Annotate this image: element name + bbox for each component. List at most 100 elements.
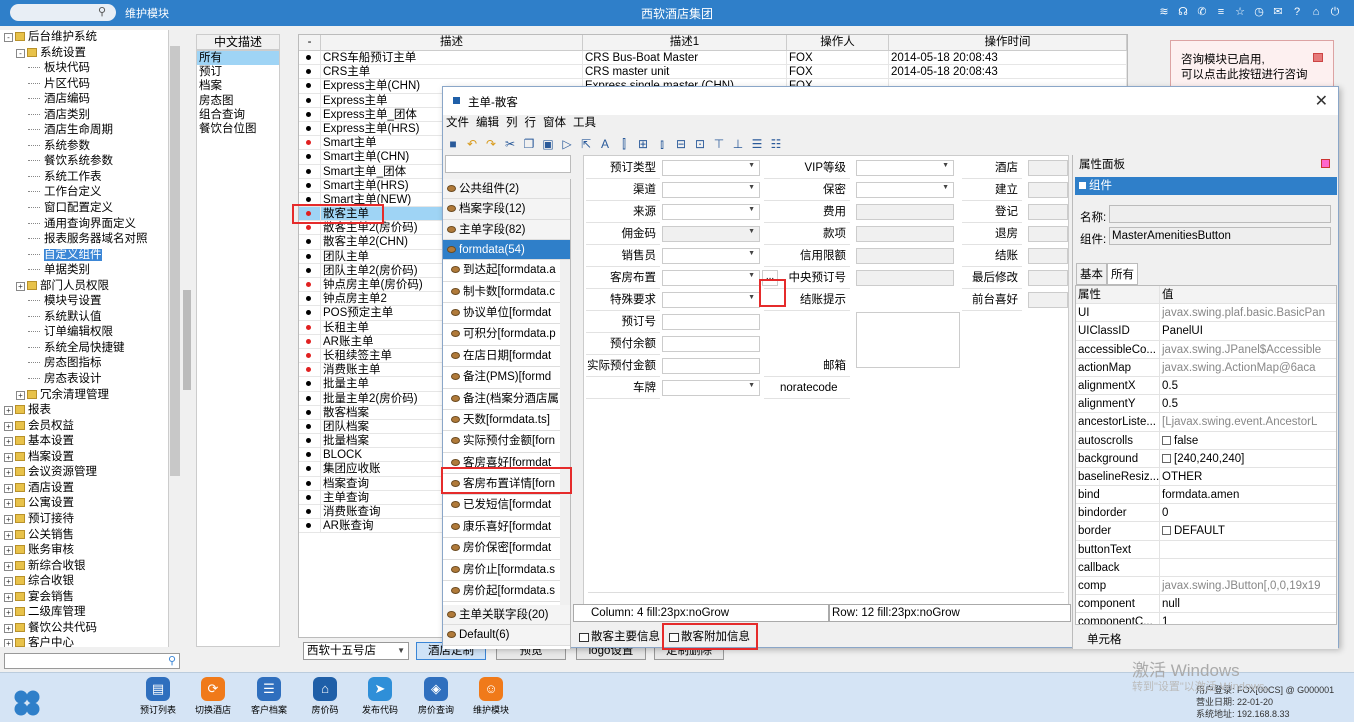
accordion-group[interactable]: 公共组件(2) [443, 179, 570, 200]
property-row[interactable]: componentC... 1 [1076, 613, 1336, 624]
tree-node[interactable]: 系统全局快捷键 [0, 341, 181, 357]
grid-column-header[interactable]: 操作人 [787, 35, 889, 50]
menu-item[interactable]: 编辑 [476, 115, 499, 131]
tree-node[interactable]: + 部门人员权限 [0, 279, 181, 295]
tree-node[interactable]: + 账务审核 [0, 543, 181, 559]
accordion-field[interactable]: 康乐喜好[formdat [443, 516, 560, 539]
accordion-field[interactable]: 可积分[formdata.p [443, 324, 560, 346]
tree-node[interactable]: - 后台维护系统 [0, 30, 181, 46]
tree-node[interactable]: - 系统设置 [0, 46, 181, 62]
component-field[interactable]: MasterAmenitiesButton [1109, 227, 1331, 245]
help-icon[interactable]: ? [1290, 4, 1304, 20]
tree-scroll-thumb[interactable] [170, 46, 180, 476]
taskbar-item[interactable]: ⟳ 切换酒店 [185, 677, 241, 716]
insert-row-icon[interactable]: ⊤ [711, 136, 727, 152]
expand-toggle-icon[interactable]: - [4, 33, 13, 42]
clock-icon[interactable]: ◷ [1252, 4, 1266, 20]
property-value[interactable]: javax.swing.JPanel$Accessible [1160, 341, 1336, 358]
del-col-icon[interactable]: ⊡ [692, 136, 708, 152]
cut-icon[interactable]: ✂ [502, 136, 518, 152]
tree-node[interactable]: 片区代码 [0, 77, 181, 93]
accordion-field[interactable]: 实际预付金额[forn [443, 431, 560, 453]
table-row[interactable]: CRS主单 CRS master unit FOX 2014-05-18 20:08:… [299, 65, 1127, 80]
form-field[interactable] [662, 160, 760, 176]
tree-search-input[interactable]: ⚲ [4, 653, 180, 669]
power-icon[interactable]: ⏻ [1328, 4, 1342, 20]
tree-node[interactable]: + 综合收银 [0, 574, 181, 590]
property-value[interactable]: 0.5 [1160, 395, 1336, 412]
form-field[interactable] [662, 270, 760, 286]
tree-node[interactable]: + 预订接待 [0, 512, 181, 528]
undo-icon[interactable]: ↶ [464, 136, 480, 152]
taskbar-item[interactable]: ➤ 发布代码 [352, 677, 408, 716]
tree-node[interactable]: 系统工作表 [0, 170, 181, 186]
form-field[interactable] [1028, 270, 1068, 286]
grid-column-header[interactable]: 操作时间 [889, 35, 1127, 50]
property-row[interactable]: background [240,240,240] [1076, 449, 1336, 468]
tree-node[interactable]: 酒店编码 [0, 92, 181, 108]
home-icon[interactable]: ⌂ [1309, 4, 1323, 20]
tree-node[interactable]: + 会员权益 [0, 419, 181, 435]
tree-node[interactable]: 系统默认值 [0, 310, 181, 326]
accordion-field[interactable]: 天数[formdata.ts] [443, 409, 560, 432]
form-field[interactable] [662, 380, 760, 396]
property-value[interactable]: 1 [1160, 613, 1336, 624]
tree-node[interactable]: 酒店类别 [0, 108, 181, 124]
tree-node[interactable]: + 公关销售 [0, 528, 181, 544]
tab-basic[interactable]: 基本 [1076, 263, 1107, 285]
accordion-field[interactable]: 已发短信[formdat [443, 495, 560, 517]
expand-toggle-icon[interactable]: + [4, 437, 13, 447]
property-value[interactable] [1160, 541, 1336, 558]
pointer-icon[interactable]: ⇱ [578, 136, 594, 152]
checkbox-icon[interactable] [1162, 435, 1171, 445]
property-value[interactable]: OTHER [1160, 468, 1336, 485]
accordion-field[interactable]: 在店日期[formdat [443, 345, 560, 368]
taskbar-item[interactable]: ▤ 预订列表 [130, 677, 186, 716]
redo-icon[interactable]: ↷ [483, 136, 499, 152]
form-field[interactable] [856, 160, 954, 176]
expand-toggle-icon[interactable]: + [4, 546, 13, 556]
property-value[interactable]: null [1160, 595, 1336, 612]
property-row[interactable]: actionMap javax.swing.ActionMap@6aca [1076, 358, 1336, 377]
add-row-icon[interactable]: ⊥ [730, 136, 746, 152]
row-up-icon[interactable]: ☰ [749, 136, 765, 152]
tree-node[interactable]: 工作台定义 [0, 185, 181, 201]
star-icon[interactable]: ☆ [1233, 4, 1247, 20]
category-item[interactable]: 所有 [197, 51, 279, 66]
expand-toggle-icon[interactable]: + [4, 483, 13, 493]
expand-toggle-icon[interactable]: + [4, 452, 13, 462]
tree-node[interactable]: + 公寓设置 [0, 496, 181, 512]
tree-node[interactable]: + 客户中心 [0, 636, 181, 647]
form-field[interactable] [856, 226, 954, 242]
property-value[interactable]: javax.swing.ActionMap@6aca [1160, 359, 1336, 376]
grid-column-header[interactable]: 描述 [321, 35, 583, 50]
expand-toggle-icon[interactable]: + [4, 608, 13, 618]
form-field[interactable] [856, 248, 954, 264]
tab-all[interactable]: 所有 [1107, 263, 1138, 285]
expand-toggle-icon[interactable]: + [4, 468, 13, 478]
form-field[interactable] [662, 358, 760, 374]
taskbar-item[interactable]: ⌂ 房价码 [297, 677, 353, 716]
form-field[interactable] [1028, 292, 1068, 308]
form-field[interactable] [1028, 226, 1068, 242]
accordion-field[interactable]: 制卡数[formdata.c [443, 281, 560, 303]
accordion-field[interactable]: 备注(档案分酒店属 [443, 388, 560, 410]
menu-item[interactable]: 列 [506, 115, 518, 131]
category-item[interactable]: 档案 [197, 79, 279, 93]
tree-node[interactable]: + 基本设置 [0, 434, 181, 450]
property-value[interactable]: DEFAULT [1160, 522, 1336, 539]
form-field[interactable] [662, 336, 760, 352]
form-field[interactable] [662, 182, 760, 198]
accordion-field[interactable]: 房价起[formdata.s [443, 581, 560, 603]
property-row[interactable]: autoscrolls false [1076, 431, 1336, 450]
close-icon[interactable]: ✕ [1315, 91, 1328, 111]
tree-node[interactable]: 房态图指标 [0, 356, 181, 372]
close-icon[interactable] [1313, 53, 1323, 62]
tree-node[interactable]: 模块号设置 [0, 294, 181, 310]
accordion-group[interactable]: Default(6) [443, 625, 570, 646]
grid-column-header[interactable]: - [299, 35, 321, 50]
taskbar-item[interactable]: ◈ 房价查询 [408, 677, 464, 716]
property-row[interactable]: comp javax.swing.JButton[,0,0,19x19 [1076, 577, 1336, 596]
accordion-group[interactable]: 档案字段(12) [443, 199, 570, 220]
play-icon[interactable]: ▷ [559, 136, 575, 152]
